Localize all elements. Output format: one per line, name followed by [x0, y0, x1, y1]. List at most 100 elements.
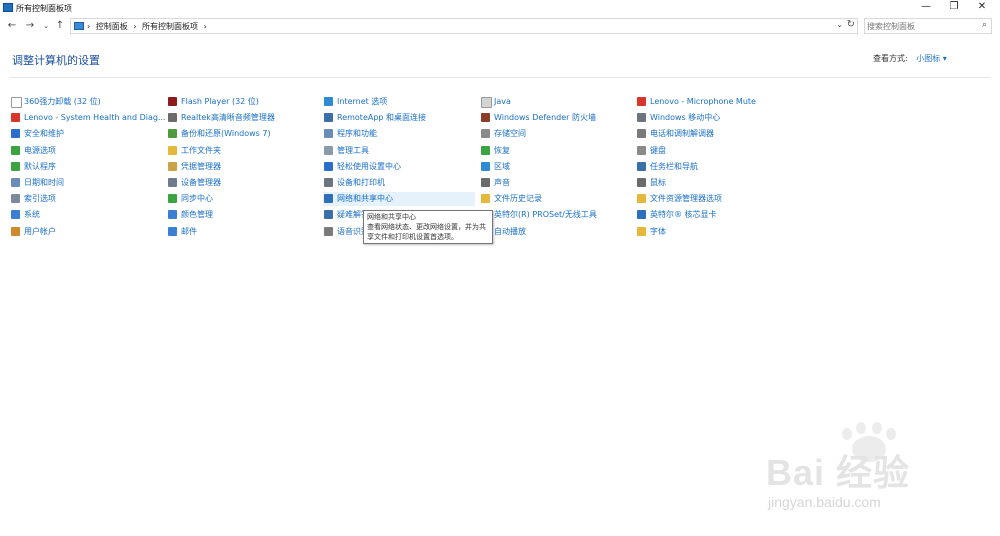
tooltip: 网络和共享中心 查看网络状态、更改网络设置，并为共享文件和打印机设置首选项。	[363, 210, 493, 244]
control-panel-item[interactable]: 索引选项	[10, 192, 162, 206]
control-panel-item[interactable]: 网络和共享中心	[323, 192, 475, 207]
control-panel-item[interactable]: 颜色管理	[167, 208, 319, 222]
watermark-brand: Bai 经验	[766, 452, 911, 493]
control-panel-item[interactable]: 字体	[636, 225, 788, 239]
control-panel-item[interactable]: 存储空间	[480, 127, 632, 141]
control-panel-item[interactable]: 键盘	[636, 144, 788, 158]
control-panel-item-label: 索引选项	[24, 194, 56, 204]
control-panel-item[interactable]: 电源选项	[10, 144, 162, 158]
control-panel-item[interactable]: 用户帐户	[10, 225, 162, 239]
control-panel-item[interactable]: 鼠标	[636, 176, 788, 190]
control-panel-item[interactable]: Java	[480, 95, 632, 109]
control-panel-item-label: 存储空间	[494, 129, 526, 139]
control-panel-item[interactable]: Realtek高清晰音频管理器	[167, 111, 319, 125]
control-panel-item[interactable]: 程序和功能	[323, 127, 475, 141]
keyboard-icon	[637, 145, 646, 155]
control-panel-item-label: Lenovo - Microphone Mute	[650, 97, 756, 106]
admin-tools-icon	[324, 145, 333, 155]
control-panel-item[interactable]: 同步中心	[167, 192, 319, 206]
sound-icon	[481, 178, 490, 187]
control-panel-item[interactable]: 任务栏和导航	[636, 160, 788, 174]
printer-icon	[324, 178, 333, 187]
control-panel-item-label: 字体	[650, 226, 666, 236]
search-input[interactable]	[867, 20, 975, 32]
breadcrumb-all-items[interactable]: 所有控制面板项	[142, 22, 198, 31]
tooltip-body: 查看网络状态、更改网络设置，并为共享文件和打印机设置首选项。	[367, 223, 486, 241]
control-panel-item-label: Lenovo - System Health and Diag...	[24, 113, 166, 123]
mic-mute-icon	[637, 97, 646, 106]
address-field[interactable]: › 控制面板 › 所有控制面板项 › ⌄ ↻	[70, 18, 858, 34]
control-panel-item[interactable]: Windows Defender 防火墙	[480, 111, 632, 125]
control-panel-item-label: 日期和时间	[24, 178, 64, 187]
control-panel-item[interactable]: 自动播放	[480, 225, 632, 239]
control-panel-item-label: 电源选项	[24, 145, 56, 155]
control-panel-item-label: 备份和还原(Windows 7)	[181, 129, 271, 139]
control-panel-item[interactable]: 恢复	[480, 144, 632, 158]
control-panel-item[interactable]: Internet 选项	[323, 95, 475, 109]
control-panel-item[interactable]: RemoteApp 和桌面连接	[323, 111, 475, 125]
control-panel-item[interactable]: 区域	[480, 160, 632, 174]
region-icon	[481, 161, 490, 171]
control-panel-item[interactable]: 系统	[10, 208, 162, 222]
page-title: 调整计算机的设置	[12, 54, 100, 67]
control-panel-item-label: 360强力卸载 (32 位)	[24, 97, 101, 106]
ease-of-access-icon	[324, 161, 333, 171]
baidu-watermark: Bai 经验 jingyan.baidu.com	[760, 422, 960, 520]
control-panel-item[interactable]: 电话和调制解调器	[636, 127, 788, 141]
firewall-icon	[481, 113, 490, 123]
view-by-dropdown[interactable]: 小图标 ▾	[916, 54, 947, 63]
minimize-button[interactable]: —	[912, 0, 940, 14]
control-panel-item[interactable]: 备份和还原(Windows 7)	[167, 127, 319, 141]
control-panel-item-label: 英特尔(R) PROSet/无线工具	[494, 210, 597, 220]
refresh-icon[interactable]: ↻	[847, 19, 855, 30]
phone-icon	[637, 129, 646, 139]
intel-graphics-icon	[637, 210, 646, 220]
control-panel-item-label: 任务栏和导航	[650, 161, 698, 171]
control-panel-item[interactable]: 默认程序	[10, 160, 162, 174]
control-panel-item[interactable]: Lenovo - Microphone Mute	[636, 95, 788, 109]
control-panel-item[interactable]: 轻松使用设置中心	[323, 160, 475, 174]
control-panel-item[interactable]: 360强力卸载 (32 位)	[10, 95, 162, 109]
control-panel-item[interactable]: 邮件	[167, 225, 319, 239]
control-panel-item[interactable]: 管理工具	[323, 144, 475, 158]
address-dropdown-icon[interactable]: ⌄	[836, 20, 843, 29]
divider	[10, 77, 990, 78]
search-box[interactable]: ⌕	[864, 18, 992, 34]
control-panel-item[interactable]: 文件历史记录	[480, 192, 632, 206]
control-panel-item[interactable]: 工作文件夹	[167, 144, 319, 158]
mobility-center-icon	[637, 113, 646, 123]
control-panel-item-label: 工作文件夹	[181, 145, 221, 155]
control-panel-item[interactable]: 凭据管理器	[167, 160, 319, 174]
control-panel-item-label: 鼠标	[650, 178, 666, 187]
up-arrow-icon[interactable]: ↑	[54, 19, 66, 33]
control-panel-item[interactable]: 文件资源管理器选项	[636, 192, 788, 206]
control-panel-item[interactable]: 安全和维护	[10, 127, 162, 141]
mouse-icon	[637, 178, 646, 187]
control-panel-item[interactable]: 设备管理器	[167, 176, 319, 190]
device-manager-icon	[168, 178, 177, 187]
control-panel-item[interactable]: 日期和时间	[10, 176, 162, 190]
control-panel-item[interactable]: Flash Player (32 位)	[167, 95, 319, 109]
breadcrumb-control-panel[interactable]: 控制面板	[96, 22, 128, 31]
window-title: 所有控制面板项	[16, 4, 72, 13]
control-panel-item-label: Windows Defender 防火墙	[494, 113, 596, 123]
control-panel-item[interactable]: Windows 移动中心	[636, 111, 788, 125]
control-panel-item-label: Windows 移动中心	[650, 113, 721, 123]
control-panel-item[interactable]: 设备和打印机	[323, 176, 475, 190]
control-panel-item-label: 邮件	[181, 226, 197, 236]
close-button[interactable]: ✕	[968, 0, 996, 14]
forward-arrow-icon[interactable]: →	[24, 19, 36, 33]
taskbar-icon	[637, 161, 646, 171]
control-panel-item[interactable]: 英特尔® 核芯显卡	[636, 208, 788, 222]
search-icon[interactable]: ⌕	[982, 20, 987, 30]
recent-dropdown-icon[interactable]: ⌄	[40, 19, 52, 33]
view-by: 查看方式: 小图标 ▾	[873, 53, 947, 64]
fonts-icon	[637, 226, 646, 236]
maximize-button[interactable]: ❐	[940, 0, 968, 14]
back-arrow-icon[interactable]: ←	[6, 19, 18, 33]
control-panel-item[interactable]: Lenovo - System Health and Diag...	[10, 111, 166, 125]
control-panel-item[interactable]: 声音	[480, 176, 632, 190]
control-panel-item[interactable]: 英特尔(R) PROSet/无线工具	[480, 208, 632, 222]
control-panel-item-label: 键盘	[650, 145, 666, 155]
audio-manager-icon	[168, 113, 177, 123]
